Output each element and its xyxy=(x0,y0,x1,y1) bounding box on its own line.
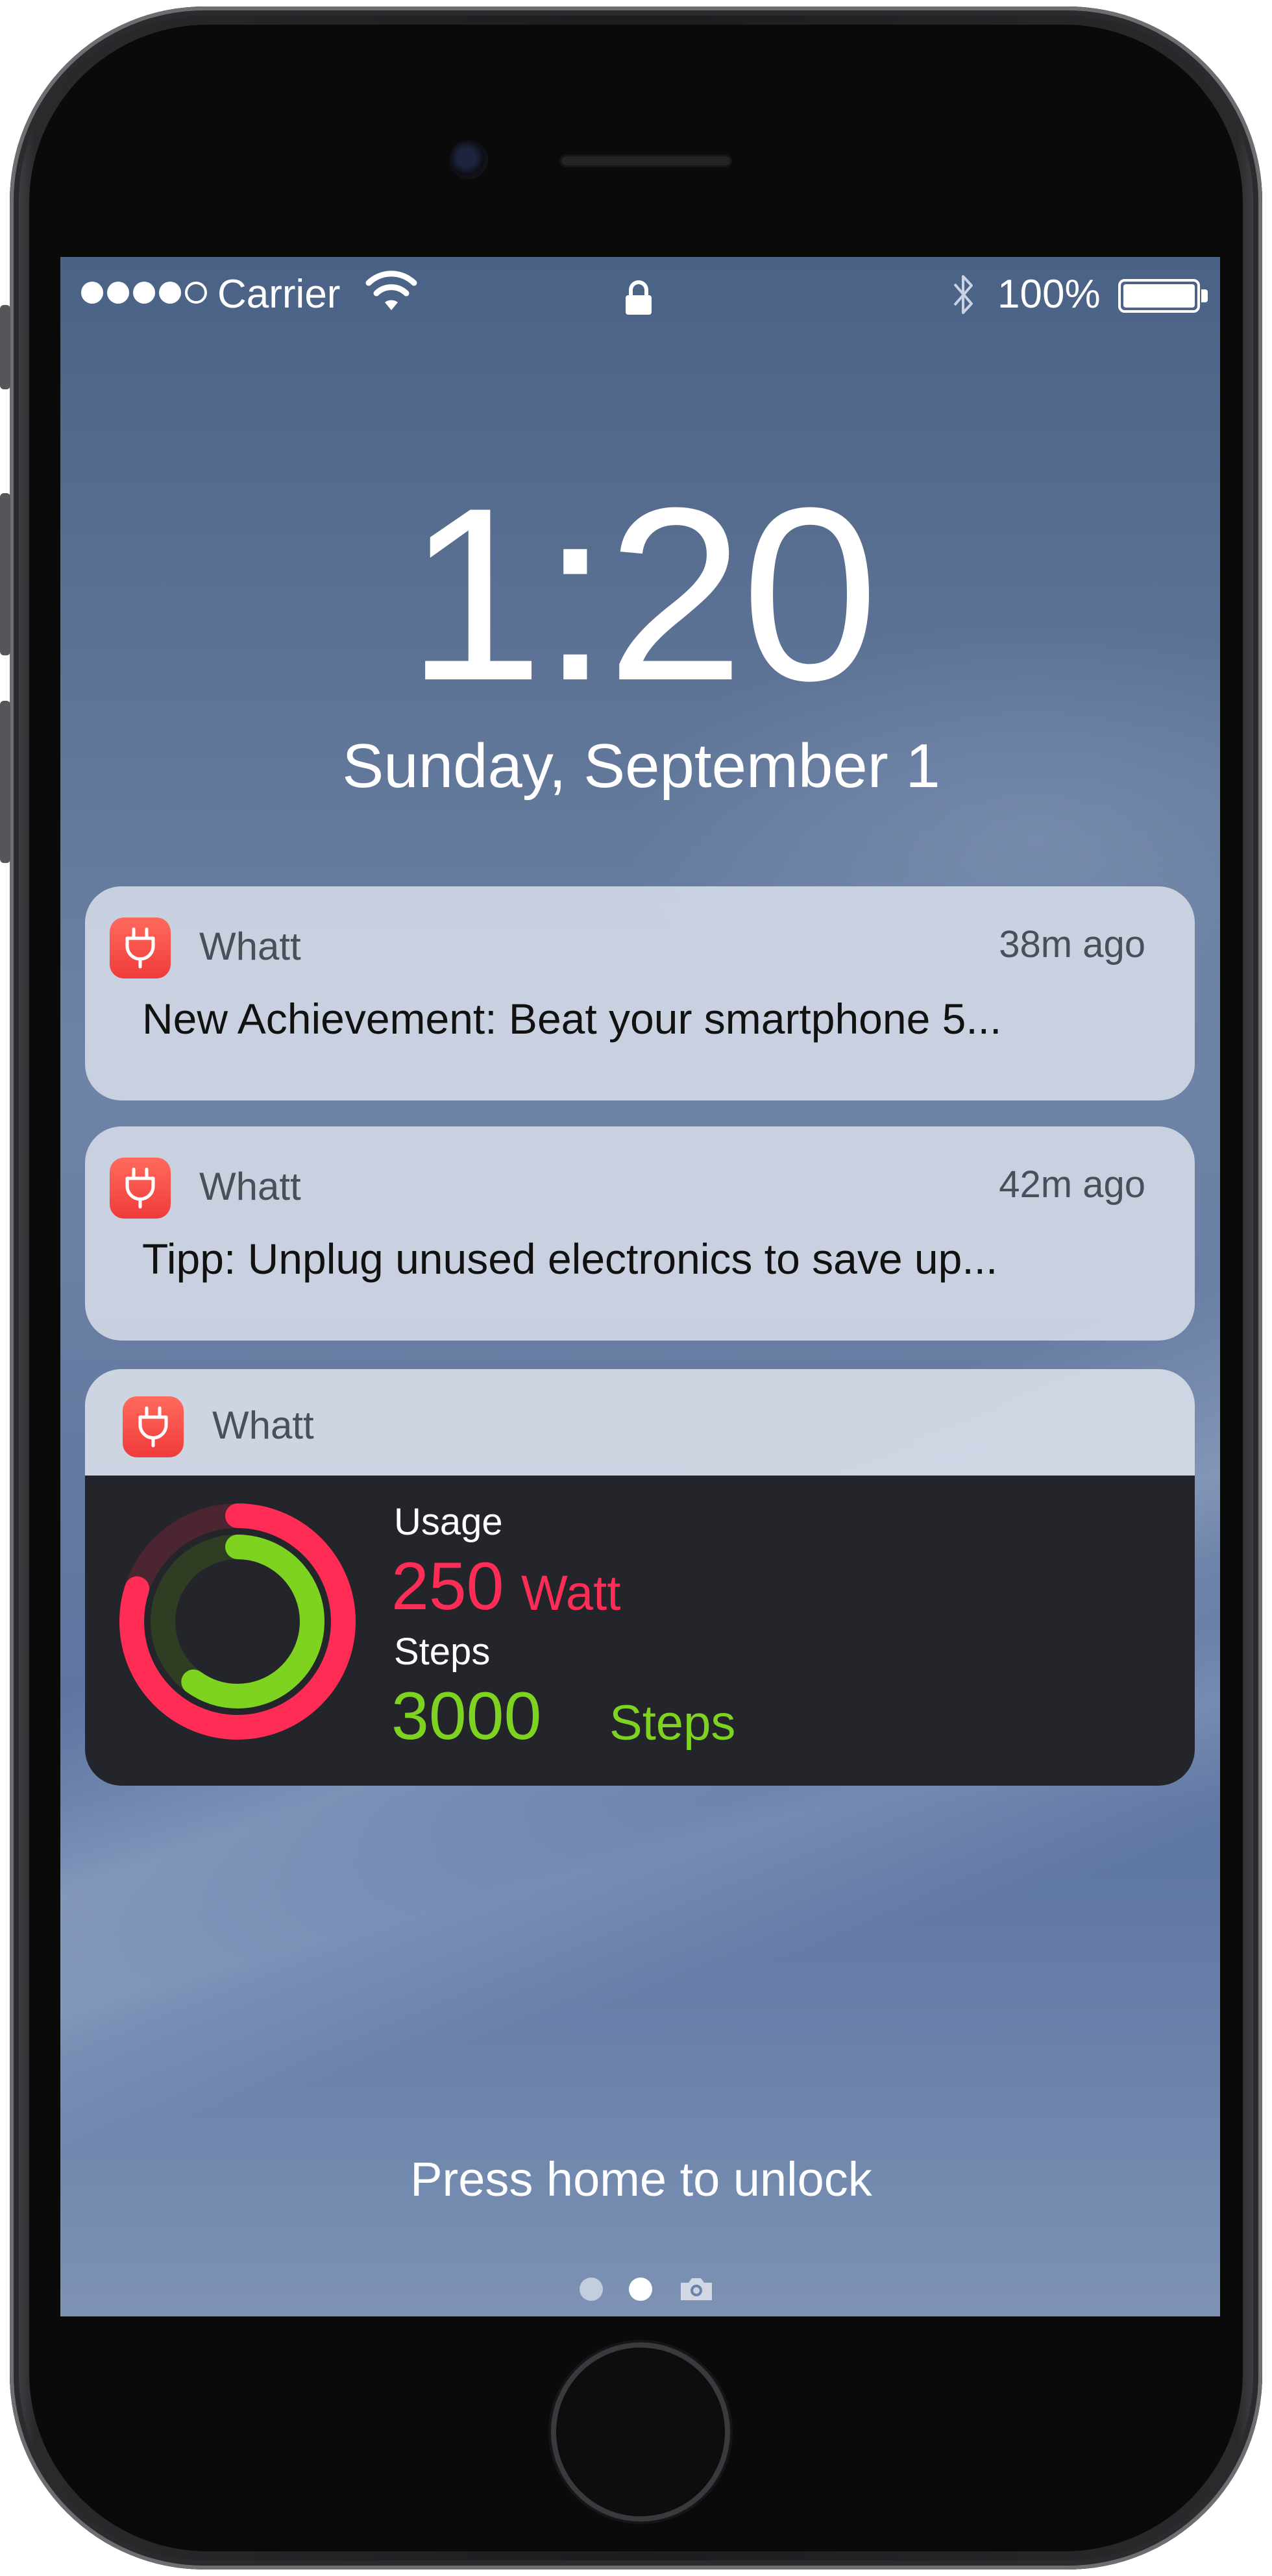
signal-strength xyxy=(81,282,207,304)
widget-header: Whatt xyxy=(85,1369,1195,1476)
battery-percentage: 100% xyxy=(997,272,1101,317)
app-icon xyxy=(123,1396,184,1457)
notification-message: Tipp: Unplug unused electronics to save … xyxy=(142,1235,998,1283)
lock-screen: Carrier 100% 1:20 Sunday, September 1 Wh… xyxy=(60,257,1220,2316)
home-button[interactable] xyxy=(556,2348,725,2516)
notification-app-name: Whatt xyxy=(199,1165,301,1208)
signal-dot xyxy=(159,282,181,304)
steps-label: Steps xyxy=(394,1631,491,1673)
volume-down-button xyxy=(0,701,10,863)
wifi-icon xyxy=(365,271,417,310)
notification-time: 42m ago xyxy=(999,1163,1145,1206)
signal-dot xyxy=(133,282,155,304)
lock-icon xyxy=(626,280,652,315)
notification-app-name: Whatt xyxy=(199,925,301,968)
usage-value: 250 xyxy=(391,1549,504,1624)
notification-time: 38m ago xyxy=(999,923,1145,966)
widget-body: Usage 250 Watt Steps 3000 Steps xyxy=(85,1476,1195,1786)
unlock-hint: Press home to unlock xyxy=(410,2152,872,2206)
plug-icon xyxy=(138,1406,168,1448)
status-bar: Carrier 100% xyxy=(60,257,1220,328)
camera-icon[interactable] xyxy=(678,2276,715,2302)
whatt-widget[interactable]: Whatt Usage 250 Watt Steps 3000 Steps xyxy=(85,1369,1195,1786)
notification-card[interactable]: Whatt 38m ago New Achievement: Beat your… xyxy=(85,886,1195,1100)
app-icon xyxy=(110,1158,171,1219)
battery-level xyxy=(1123,284,1195,308)
app-icon xyxy=(110,917,171,978)
notification-message: New Achievement: Beat your smartphone 5.… xyxy=(142,995,1002,1043)
lockscreen-clock: 1:20 xyxy=(406,456,879,732)
carrier-name: Carrier xyxy=(217,272,341,317)
bluetooth-icon xyxy=(953,275,973,314)
steps-unit: Steps xyxy=(609,1695,736,1751)
mute-switch xyxy=(0,305,10,389)
signal-dot xyxy=(81,282,103,304)
page-dot-active[interactable] xyxy=(629,2278,652,2301)
signal-dot xyxy=(185,282,207,304)
activity-rings xyxy=(119,1503,356,1740)
signal-dot xyxy=(107,282,129,304)
front-camera xyxy=(449,140,488,179)
battery-icon xyxy=(1118,279,1200,313)
steps-value: 3000 xyxy=(391,1679,542,1754)
plug-icon xyxy=(125,927,155,969)
usage-label: Usage xyxy=(394,1501,503,1543)
battery-tip xyxy=(1201,289,1208,302)
lockscreen-date: Sunday, September 1 xyxy=(342,731,940,801)
volume-up-button xyxy=(0,493,10,655)
page-indicator[interactable] xyxy=(580,2276,715,2302)
notification-card[interactable]: Whatt 42m ago Tipp: Unplug unused electr… xyxy=(85,1126,1195,1341)
plug-icon xyxy=(125,1167,155,1209)
widget-app-name: Whatt xyxy=(212,1403,314,1447)
usage-unit: Watt xyxy=(521,1566,621,1621)
earpiece-speaker xyxy=(559,154,732,167)
page-dot[interactable] xyxy=(580,2278,603,2301)
